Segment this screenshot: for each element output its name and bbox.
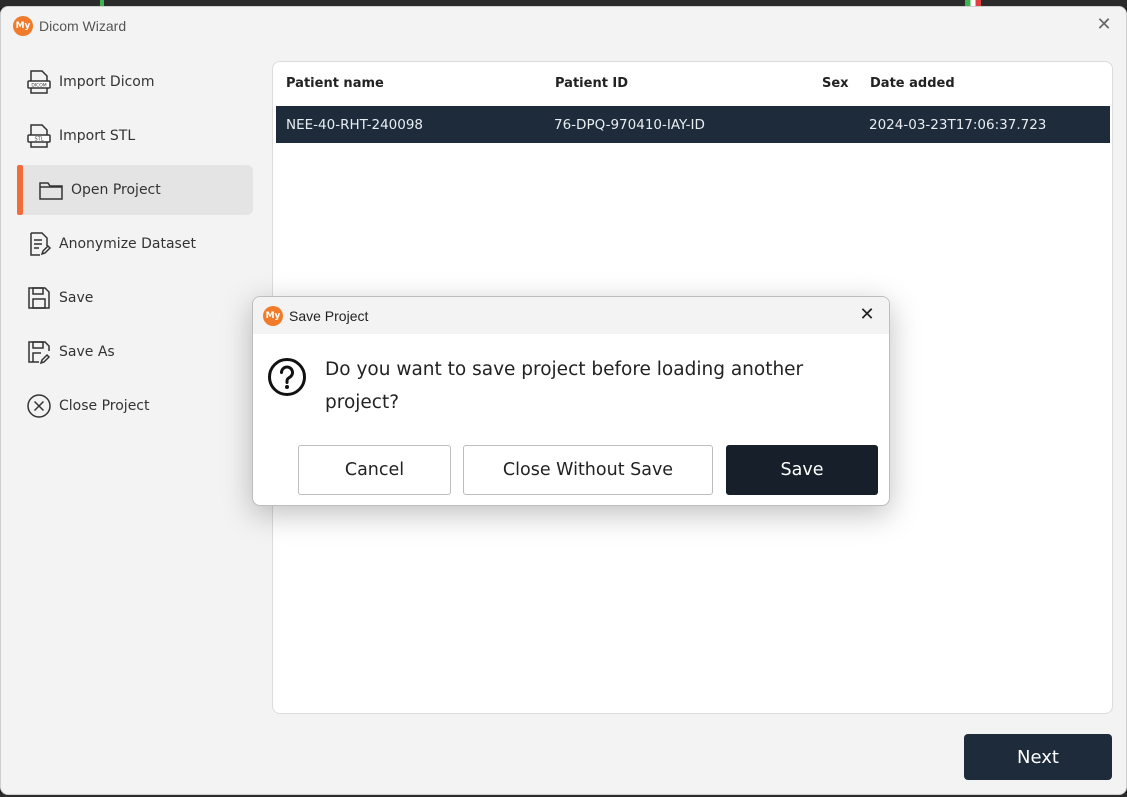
window-titlebar: My Dicom Wizard ✕ <box>1 7 1126 45</box>
sidebar-item-label: Anonymize Dataset <box>59 236 196 252</box>
save-icon <box>25 284 53 312</box>
sidebar-item-label: Import Dicom <box>59 74 155 90</box>
cell-date-added: 2024-03-23T17:06:37.723 <box>869 116 1047 133</box>
stl-file-icon: STL <box>25 122 53 150</box>
save-project-dialog: My Save Project ✕ Do you want to save pr… <box>252 296 890 506</box>
close-without-save-button[interactable]: Close Without Save <box>463 445 713 495</box>
cancel-button[interactable]: Cancel <box>298 445 451 495</box>
sidebar-item-label: Save <box>59 290 94 306</box>
dialog-message: Do you want to save project before loadi… <box>325 359 804 413</box>
cell-patient-name: NEE-40-RHT-240098 <box>286 116 424 133</box>
dialog-titlebar: My Save Project ✕ <box>253 297 889 334</box>
app-logo-icon: My <box>263 305 283 326</box>
column-header-sex[interactable]: Sex <box>822 76 849 91</box>
sidebar-item-anonymize-dataset[interactable]: Anonymize Dataset <box>17 219 253 269</box>
sidebar-item-import-dicom[interactable]: DICOM Import Dicom <box>17 57 253 107</box>
dicom-file-icon: DICOM <box>25 68 53 96</box>
window-title: Dicom Wizard <box>39 18 127 34</box>
sidebar-item-import-stl[interactable]: STL Import STL <box>17 111 253 161</box>
question-icon <box>267 357 307 397</box>
close-circle-icon <box>25 392 53 420</box>
next-button[interactable]: Next <box>964 734 1112 780</box>
window-close-button[interactable]: ✕ <box>1094 15 1114 35</box>
table-header: Patient name Patient ID Sex Date added <box>273 62 1112 104</box>
dialog-close-button[interactable]: ✕ <box>857 305 877 325</box>
table-row[interactable]: NEE-40-RHT-240098 76-DPQ-970410-IAY-ID 2… <box>276 106 1110 143</box>
sidebar-item-label: Close Project <box>59 398 150 414</box>
sidebar-item-save[interactable]: Save <box>17 273 253 323</box>
cell-patient-id: 76-DPQ-970410-IAY-ID <box>554 116 705 133</box>
sidebar-item-save-as[interactable]: Save As <box>17 327 253 377</box>
save-button[interactable]: Save <box>726 445 878 495</box>
dialog-title: Save Project <box>289 307 369 324</box>
sidebar: DICOM Import Dicom STL Import STL Open P… <box>17 57 253 435</box>
sidebar-item-label: Open Project <box>71 182 161 198</box>
sidebar-item-label: Save As <box>59 344 115 360</box>
column-header-patient-name[interactable]: Patient name <box>286 76 384 91</box>
sidebar-item-label: Import STL <box>59 128 136 144</box>
column-header-patient-id[interactable]: Patient ID <box>555 76 628 91</box>
sidebar-item-open-project[interactable]: Open Project <box>17 165 253 215</box>
sidebar-item-close-project[interactable]: Close Project <box>17 381 253 431</box>
document-edit-icon <box>25 230 53 258</box>
column-header-date-added[interactable]: Date added <box>870 76 955 91</box>
svg-text:STL: STL <box>34 137 43 143</box>
svg-text:DICOM: DICOM <box>31 83 46 89</box>
save-as-icon <box>25 338 53 366</box>
app-logo-icon: My <box>13 16 33 36</box>
folder-icon <box>37 176 65 204</box>
